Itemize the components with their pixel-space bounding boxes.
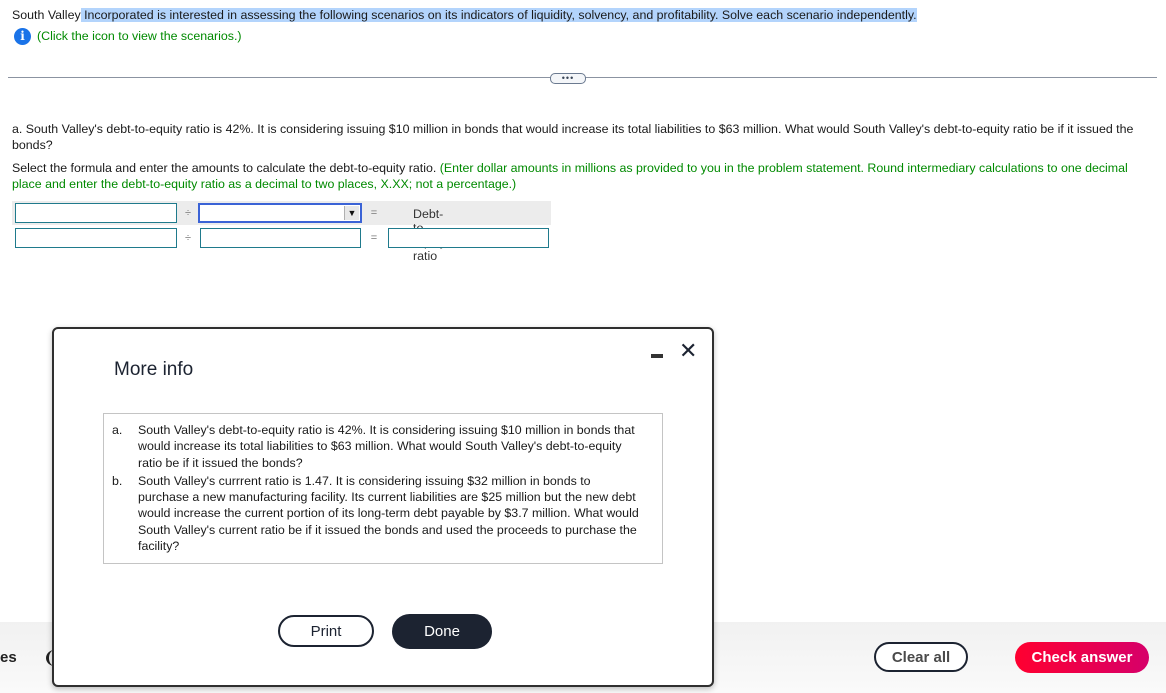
check-answer-button[interactable]: Check answer: [1015, 642, 1149, 673]
info-icon[interactable]: i: [14, 27, 31, 45]
denominator-select[interactable]: ▼: [198, 203, 362, 223]
close-icon[interactable]: ✕: [679, 341, 697, 363]
dropdown-arrow-icon[interactable]: ▼: [344, 206, 359, 220]
scenarios-box: a. South Valley's debt-to-equity ratio i…: [103, 413, 663, 564]
scenario-item: b. South Valley's currrent ratio is 1.47…: [112, 473, 657, 554]
scenario-text: South Valley's currrent ratio is 1.47. I…: [138, 473, 639, 554]
minimize-icon[interactable]: [651, 354, 663, 358]
modal-title: More info: [114, 359, 194, 380]
divide-symbol: ÷: [184, 232, 192, 244]
footer-left-text: es: [0, 649, 17, 666]
divide-symbol: ÷: [184, 207, 192, 219]
question-text: a. South Valley's debt-to-equity ratio i…: [12, 122, 1134, 152]
scenario-label: b.: [112, 473, 123, 488]
scenario-text: South Valley's debt-to-equity ratio is 4…: [138, 423, 635, 470]
instruction-text: Select the formula and enter the amounts…: [12, 160, 1152, 192]
expand-button[interactable]: •••: [550, 73, 586, 84]
denominator-amount-input[interactable]: [200, 228, 361, 248]
done-button[interactable]: Done: [392, 614, 492, 649]
print-button[interactable]: Print: [278, 615, 374, 647]
result-input[interactable]: [388, 228, 549, 248]
equals-symbol: =: [370, 232, 378, 244]
intro-text: South Valley Incorporated is interested …: [12, 8, 917, 23]
ellipsis-icon: •••: [561, 73, 575, 83]
scenario-label: a.: [112, 423, 123, 437]
equals-symbol: =: [370, 207, 378, 219]
more-info-modal: More info ✕ a. South Valley's debt-to-eq…: [52, 327, 714, 687]
numerator-label-input[interactable]: [15, 203, 177, 223]
view-scenarios-label[interactable]: (Click the icon to view the scenarios.): [37, 29, 242, 43]
numerator-amount-input[interactable]: [15, 228, 177, 248]
scenario-item: a. South Valley's debt-to-equity ratio i…: [112, 422, 657, 471]
intro-highlighted-text: Incorporated is interested in assessing …: [80, 8, 917, 22]
instruction-main: Select the formula and enter the amounts…: [12, 161, 440, 175]
view-scenarios-link[interactable]: i (Click the icon to view the scenarios.…: [14, 27, 242, 45]
clear-all-button[interactable]: Clear all: [874, 642, 968, 672]
intro-prefix: South Valley: [12, 8, 81, 22]
